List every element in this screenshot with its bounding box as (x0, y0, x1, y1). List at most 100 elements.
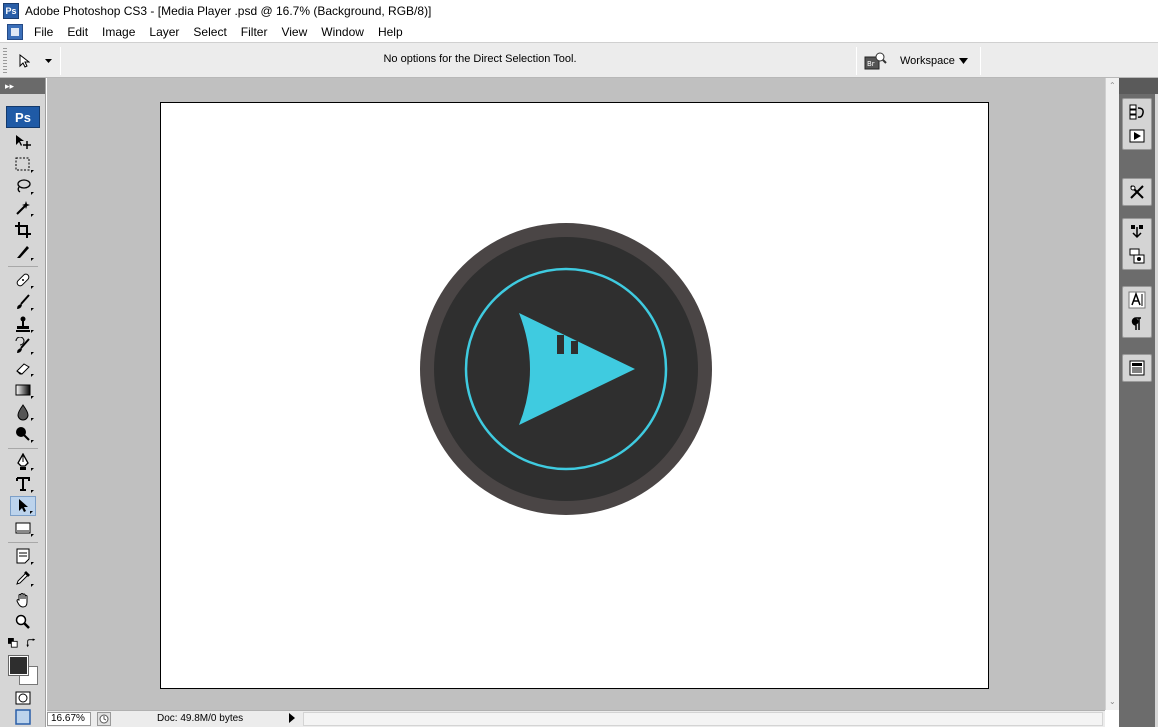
dodge-tool-button[interactable] (10, 424, 36, 444)
go-to-bridge-button[interactable]: Br (862, 50, 888, 72)
character-a-icon (1128, 291, 1146, 309)
options-bar: No options for the Direct Selection Tool… (0, 42, 1158, 78)
blur-tool-button[interactable] (10, 402, 36, 422)
slice-tool-button[interactable] (10, 242, 36, 262)
eyedropper-icon (16, 571, 30, 585)
pen-tool-button[interactable] (10, 452, 36, 472)
quick-mask-button[interactable] (10, 688, 36, 708)
menu-filter[interactable]: Filter (234, 22, 275, 42)
document-icon[interactable] (7, 24, 23, 40)
lasso-tool-button[interactable] (10, 176, 36, 196)
chevron-down-icon (45, 58, 52, 63)
menu-select[interactable]: Select (186, 22, 233, 42)
horizontal-scrollbar[interactable] (303, 712, 1103, 726)
dock-collapse-bar[interactable] (1119, 78, 1158, 94)
shape-tool-button[interactable] (10, 518, 36, 538)
gradient-icon (15, 384, 31, 396)
history-panel-button[interactable] (1123, 101, 1151, 123)
history-brush-icon (15, 337, 30, 353)
status-info-icon[interactable] (97, 712, 111, 726)
menu-edit[interactable]: Edit (60, 22, 95, 42)
actions-panel-button[interactable] (1123, 125, 1151, 147)
clock-icon (99, 714, 109, 724)
screen-mode-icon (15, 709, 31, 725)
note-icon (16, 548, 30, 564)
options-separator (60, 47, 61, 75)
menu-window[interactable]: Window (314, 22, 371, 42)
zoom-tool-button[interactable] (10, 612, 36, 632)
toolbox-panel: ▸▸ Ps (0, 78, 46, 727)
menu-help[interactable]: Help (371, 22, 410, 42)
history-brush-tool-button[interactable] (10, 336, 36, 356)
status-menu-button[interactable] (287, 712, 299, 726)
document-canvas[interactable] (160, 102, 989, 689)
options-bar-grip[interactable] (3, 48, 7, 74)
hand-tool-button[interactable] (10, 590, 36, 610)
photoshop-app-icon[interactable]: Ps (3, 3, 19, 19)
play-button-detail (571, 341, 578, 354)
tool-preset-picker[interactable] (14, 49, 56, 73)
character-panel-button[interactable] (1123, 289, 1151, 311)
quick-mask-icon (15, 691, 31, 705)
hand-icon (16, 593, 28, 608)
scroll-down-arrow-icon[interactable]: ⌄ (1109, 698, 1117, 706)
menu-file[interactable]: File (27, 22, 60, 42)
foreground-color-swatch[interactable] (8, 655, 29, 676)
status-bar: 16.67% Doc: 49.8M/0 bytes (47, 710, 1105, 727)
water-drop-icon (17, 404, 29, 421)
rectangle-shape-icon (15, 522, 31, 534)
workspace-menu-button[interactable]: Workspace (900, 51, 968, 71)
dock-group-navigation (1122, 98, 1152, 150)
window-title: Adobe Photoshop CS3 - [Media Player .psd… (25, 4, 432, 18)
menu-view[interactable]: View (274, 22, 314, 42)
scroll-up-arrow-icon[interactable]: ⌃ (1109, 82, 1117, 90)
screen-mode-button[interactable] (10, 708, 36, 726)
workspace-label: Workspace (900, 55, 955, 67)
eraser-tool-button[interactable] (10, 358, 36, 378)
dock-group-tools (1122, 178, 1152, 206)
marquee-tool-button[interactable] (10, 154, 36, 174)
type-tool-button[interactable] (10, 474, 36, 494)
clone-stamp-tool-button[interactable] (10, 314, 36, 334)
toolbox-separator (8, 266, 38, 267)
bridge-icon: Br (864, 52, 887, 70)
magnifier-icon (15, 614, 30, 629)
chevron-down-icon (958, 58, 968, 64)
menu-image[interactable]: Image (95, 22, 142, 42)
layer-comps-panel-button[interactable] (1123, 221, 1151, 243)
move-tool-button[interactable] (10, 132, 36, 152)
swap-colors-button[interactable] (24, 636, 38, 650)
menu-bar: File Edit Image Layer Select Filter View… (0, 22, 1158, 42)
crop-icon (15, 222, 31, 238)
eyedropper-tool-button[interactable] (10, 568, 36, 588)
paragraph-panel-button[interactable] (1123, 313, 1151, 335)
marquee-icon (15, 157, 30, 171)
notes-tool-button[interactable] (10, 546, 36, 566)
vertical-scrollbar[interactable]: ⌃ ⌄ (1105, 78, 1119, 710)
options-separator (980, 47, 981, 75)
brush-icon (17, 294, 30, 309)
gradient-tool-button[interactable] (10, 380, 36, 400)
play-button-detail (557, 335, 564, 354)
slice-knife-icon (17, 246, 29, 258)
menu-layer[interactable]: Layer (142, 22, 186, 42)
magic-wand-tool-button[interactable] (10, 198, 36, 218)
dock-group-type (1122, 286, 1152, 338)
pen-nib-icon (17, 453, 29, 470)
options-separator (856, 47, 857, 75)
layer-comps-icon (1131, 225, 1143, 239)
zoom-level-field[interactable]: 16.67% (47, 712, 91, 726)
right-panel-dock (1119, 78, 1158, 727)
tool-presets-panel-button[interactable] (1123, 181, 1151, 203)
stamp-icon (16, 316, 30, 332)
document-size-info: Doc: 49.8M/0 bytes (157, 713, 244, 724)
toolbox-collapse-bar[interactable]: ▸▸ (0, 78, 45, 94)
clone-source-panel-button[interactable] (1123, 245, 1151, 267)
direct-selection-tool-button[interactable] (10, 496, 36, 516)
healing-brush-tool-button[interactable] (10, 270, 36, 290)
tool-presets-icon (1130, 185, 1144, 199)
brush-tool-button[interactable] (10, 292, 36, 312)
info-panel-button[interactable] (1123, 357, 1151, 379)
crop-tool-button[interactable] (10, 220, 36, 240)
default-colors-button[interactable] (6, 636, 20, 650)
